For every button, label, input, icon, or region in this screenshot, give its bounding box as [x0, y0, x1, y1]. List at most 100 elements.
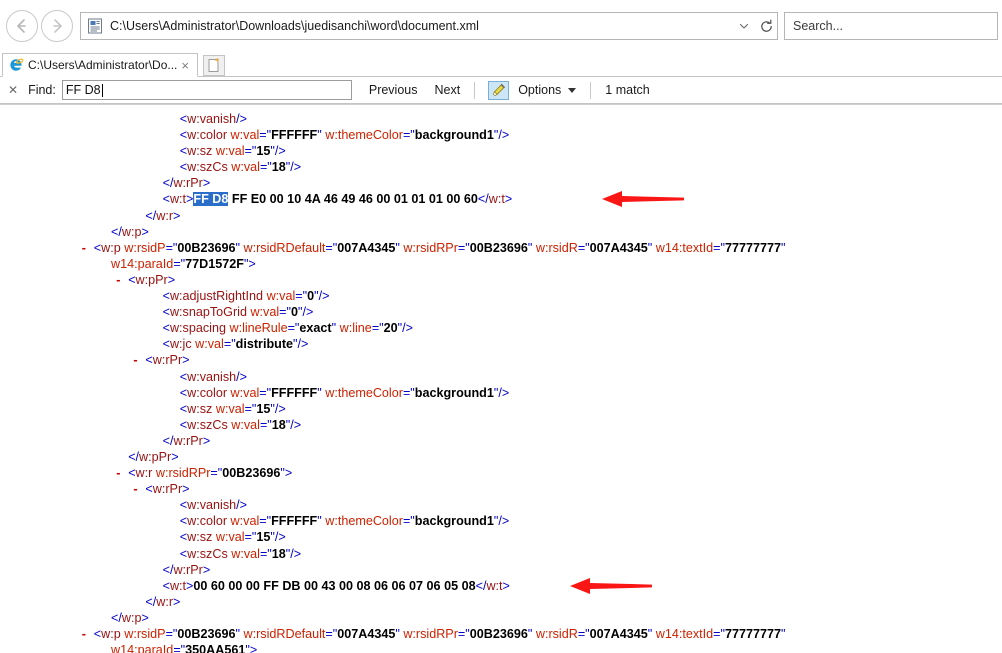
xml-attribute-name: w14:textId — [655, 240, 714, 255]
xml-punctuation: =" — [210, 466, 223, 481]
xml-punctuation: =" — [165, 627, 178, 641]
xml-collapse-toggle[interactable]: - — [133, 481, 137, 497]
xml-punctuation: "> — [280, 466, 293, 481]
xml-punctuation: =" — [295, 289, 308, 304]
back-arrow-icon — [17, 19, 26, 33]
xml-tag-name: w:vanish — [187, 498, 237, 513]
xml-tag-name: w:r — [156, 208, 174, 223]
xml-tag-name: w:rPr — [152, 482, 183, 497]
xml-punctuation: =" — [371, 321, 384, 336]
xml-document-view[interactable]: <w:vanish/> <w:color w:val="FFFFFF" w:the… — [0, 105, 1002, 653]
xml-attribute-value: 18 — [271, 160, 286, 175]
xml-line: <w:snapToGrid w:val="0"/> — [0, 304, 1002, 320]
xml-collapse-toggle[interactable]: - — [82, 626, 86, 642]
document-page-icon — [88, 18, 102, 34]
xml-line: - <w:pPr> — [0, 272, 1002, 288]
xml-tag-name: w:vanish — [187, 369, 237, 384]
xml-tag-name: w:vanish — [187, 112, 237, 126]
xml-punctuation: > — [182, 482, 190, 497]
xml-tag-name: w:snapToGrid — [169, 305, 251, 320]
xml-punctuation: " — [781, 627, 786, 641]
xml-punctuation: > — [141, 224, 149, 239]
find-input-value: FF D8 — [65, 83, 101, 97]
xml-punctuation: =" — [173, 256, 186, 271]
xml-attribute-value: 00B23696 — [177, 627, 236, 641]
xml-attribute-name: w:val — [231, 546, 260, 561]
xml-punctuation: "/> — [493, 128, 510, 143]
xml-line: <w:spacing w:lineRule="exact" w:line="20… — [0, 320, 1002, 336]
refresh-button[interactable] — [755, 13, 777, 39]
xml-punctuation: =" — [402, 128, 415, 143]
xml-punctuation: =" — [402, 385, 415, 400]
xml-collapse-toggle[interactable]: - — [116, 272, 120, 288]
xml-punctuation: </ — [111, 610, 122, 625]
find-close-button[interactable]: ✕ — [8, 83, 18, 97]
xml-punctuation: </ — [111, 224, 122, 239]
xml-attribute-name: w:val — [266, 289, 296, 304]
xml-tag-name: w:rPr — [173, 433, 203, 448]
xml-punctuation: > — [167, 272, 176, 287]
xml-punctuation: > — [502, 578, 510, 593]
xml-attribute-name: w:val — [230, 385, 260, 400]
forward-button[interactable] — [41, 10, 73, 42]
xml-punctuation: =" — [577, 240, 590, 255]
xml-punctuation: "/> — [270, 401, 286, 416]
xml-attribute-value: FFFFFF — [271, 385, 318, 400]
xml-punctuation: =" — [259, 160, 272, 175]
xml-punctuation: < — [145, 482, 153, 497]
xml-line: <w:sz w:val="15"/> — [0, 401, 1002, 417]
xml-punctuation: "> — [243, 256, 256, 271]
xml-attribute-name: w:rsidRPr — [403, 627, 458, 641]
xml-line: </w:p> — [0, 224, 1002, 240]
xml-attribute-name: w:rsidRPr — [155, 466, 211, 481]
xml-punctuation: /> — [236, 369, 248, 384]
highlight-all-toggle[interactable] — [488, 80, 510, 100]
find-input[interactable]: FF D8 — [61, 80, 352, 100]
xml-punctuation: =" — [287, 321, 300, 336]
xml-punctuation: " — [235, 240, 244, 255]
xml-attribute-name: w:rsidRPr — [403, 240, 458, 255]
xml-punctuation: "/> — [314, 289, 330, 304]
address-dropdown-button[interactable] — [733, 13, 755, 39]
xml-punctuation: /> — [236, 112, 248, 126]
xml-line: </w:r> — [0, 594, 1002, 610]
xml-tag-name: w:p — [101, 240, 125, 255]
xml-punctuation: < — [145, 353, 153, 368]
xml-punctuation: =" — [402, 514, 415, 529]
xml-punctuation: " — [647, 627, 656, 641]
search-box[interactable]: Search... — [784, 12, 998, 40]
xml-collapse-toggle[interactable]: - — [133, 352, 137, 368]
xml-punctuation: < — [128, 272, 136, 287]
xml-punctuation: =" — [325, 240, 338, 255]
xml-line: </w:rPr> — [0, 433, 1002, 449]
xml-line: - <w:rPr> — [0, 352, 1002, 368]
xml-line: <w:jc w:val="distribute"/> — [0, 336, 1002, 352]
internet-explorer-icon — [10, 58, 24, 71]
xml-attribute-name: w:lineRule — [229, 321, 288, 336]
find-previous-button[interactable]: Previous — [369, 83, 418, 97]
xml-collapse-toggle[interactable]: - — [82, 240, 86, 256]
address-bar[interactable]: C:\Users\Administrator\Downloads\juedisa… — [80, 12, 778, 40]
xml-tag-name: w:jc — [169, 337, 196, 352]
xml-attribute-value: FFFFFF — [271, 514, 318, 529]
xml-attribute-name: w:rsidRDefault — [243, 240, 326, 255]
xml-tag-name: w:rPr — [173, 562, 203, 577]
xml-attribute-name: w:line — [339, 321, 372, 336]
toolbar-divider-2 — [590, 81, 592, 99]
tab-active[interactable]: C:\Users\Administrator\Do... × — [2, 53, 198, 77]
xml-line: </w:pPr> — [0, 449, 1002, 465]
xml-line: <w:sz w:val="15"/> — [0, 143, 1002, 159]
xml-attribute-name: w:rsidP — [124, 627, 166, 641]
back-button[interactable] — [6, 10, 38, 42]
xml-punctuation: =" — [244, 530, 257, 545]
new-tab-button[interactable] — [202, 55, 225, 76]
xml-line: - <w:p w:rsidP="00B23696" w:rsidRDefault=… — [0, 626, 1002, 642]
xml-attribute-value: 0 — [290, 305, 298, 320]
tab-close-button[interactable]: × — [177, 59, 193, 72]
find-options-button[interactable]: Options — [518, 83, 577, 97]
xml-collapse-toggle[interactable]: - — [116, 465, 120, 481]
xml-punctuation: > — [202, 562, 211, 577]
find-next-button[interactable]: Next — [435, 83, 461, 97]
find-match-count: 1 match — [605, 83, 650, 97]
xml-punctuation: > — [141, 610, 149, 625]
